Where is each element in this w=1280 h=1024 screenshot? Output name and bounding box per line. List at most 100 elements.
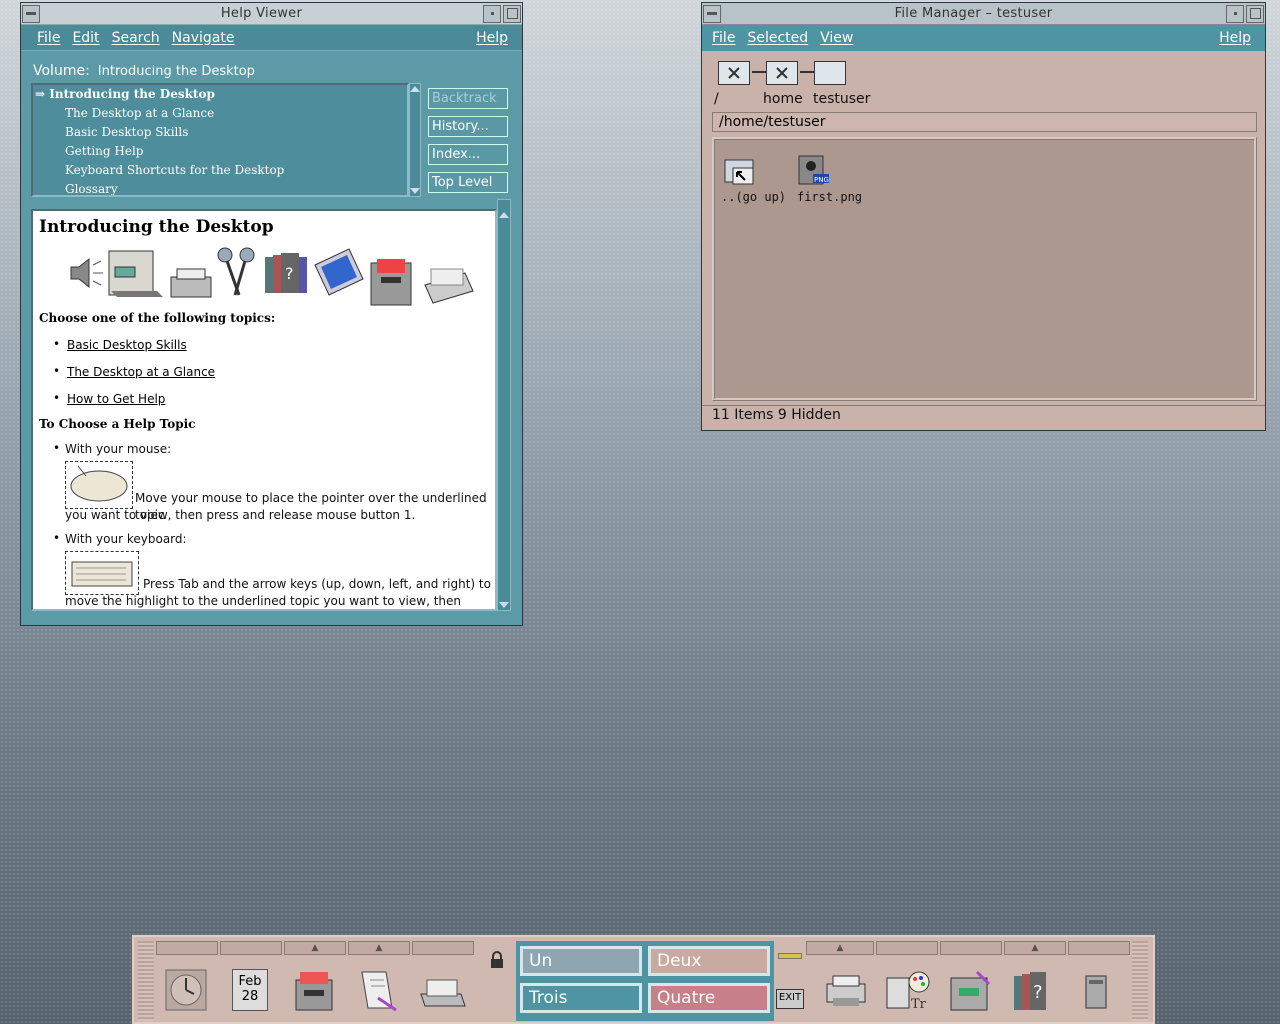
menu-selected[interactable]: Selected — [741, 30, 814, 46]
menu-file[interactable]: File — [706, 30, 741, 46]
top-level-button[interactable]: Top Level — [428, 172, 508, 193]
front-panel: ▲ ▲ ▲ ▲ Feb 28 Un Deux Trois Quatre EXIT… — [132, 935, 1155, 1024]
topic-item[interactable]: The Desktop at a Glance — [33, 104, 407, 123]
index-button[interactable]: Index... — [428, 144, 508, 165]
path-connector — [752, 71, 766, 73]
scroll-down-icon[interactable] — [499, 602, 509, 608]
menu-search[interactable]: Search — [106, 30, 166, 46]
maximize-button[interactable] — [1246, 4, 1264, 23]
content-title: Introducing the Desktop — [39, 217, 274, 237]
workspace-un-button[interactable]: Un — [520, 946, 642, 976]
workspace-trois-button[interactable]: Trois — [520, 983, 642, 1013]
subpanel-arrow[interactable]: ▲ — [348, 941, 410, 955]
testuser-folder-icon[interactable] — [814, 61, 846, 85]
bullet: • — [53, 531, 61, 545]
scroll-down-icon[interactable] — [410, 188, 420, 194]
topic-item[interactable]: Basic Desktop Skills — [33, 123, 407, 142]
keyboard-text-1: Press Tab and the arrow keys (up, down, … — [143, 577, 491, 591]
screen-icon — [314, 248, 364, 296]
clock-icon[interactable] — [158, 961, 214, 1019]
lock-icon[interactable] — [490, 951, 504, 969]
file-manager-titlebar[interactable]: File Manager – testuser — [702, 3, 1265, 25]
window-menu-button[interactable] — [703, 4, 721, 23]
mail-icon[interactable] — [414, 961, 470, 1019]
topic-item[interactable]: Glossary — [33, 180, 407, 195]
png-file-icon[interactable]: PNG — [797, 154, 831, 190]
topic-item[interactable]: ⇒ Introducing the Desktop — [33, 85, 407, 104]
help-manager-icon[interactable]: ? — [1004, 961, 1060, 1019]
file-view[interactable]: ..(go up) PNG first.png — [712, 137, 1257, 401]
application-manager-icon[interactable] — [942, 961, 998, 1019]
svg-text:PNG: PNG — [814, 176, 829, 184]
help-viewer-window: Help Viewer File Edit Search Navigate He… — [20, 2, 523, 626]
exit-button[interactable]: EXIT — [776, 989, 804, 1009]
workspace-quatre-button[interactable]: Quatre — [648, 983, 770, 1013]
subpanel-tab[interactable] — [1068, 941, 1130, 955]
printer-icon — [170, 268, 212, 298]
trash-icon[interactable] — [1068, 961, 1124, 1019]
file-cabinet-icon — [108, 250, 163, 297]
volume-row: Volume: Introducing the Desktop — [33, 63, 255, 79]
mouse-label: With your mouse: — [65, 442, 172, 456]
menu-navigate[interactable]: Navigate — [166, 30, 241, 46]
minimize-button[interactable] — [483, 4, 501, 23]
menu-file[interactable]: File — [31, 30, 66, 46]
path-label-testuser[interactable]: testuser — [813, 91, 870, 107]
file-manager-icon — [370, 259, 412, 306]
help-content-pane: Introducing the Desktop ? Choose one of … — [31, 209, 497, 611]
content-scrollbar[interactable] — [497, 199, 511, 611]
subpanel-arrow[interactable]: ▲ — [1004, 941, 1066, 955]
desktop-illustration: ? — [70, 247, 474, 306]
speaker-icon — [70, 257, 103, 289]
path-field[interactable]: /home/testuser — [712, 112, 1257, 132]
subpanel-tab[interactable] — [412, 941, 474, 955]
topic-list-scrollbar[interactable] — [409, 83, 421, 197]
folder-up-icon[interactable] — [723, 156, 757, 190]
home-folder-icon[interactable] — [766, 61, 798, 85]
topic-item[interactable]: Getting Help — [33, 142, 407, 161]
busy-indicator — [778, 953, 802, 959]
help-viewer-titlebar[interactable]: Help Viewer — [21, 3, 522, 25]
keyboard-icon — [65, 551, 139, 595]
minimize-button[interactable] — [1226, 4, 1244, 23]
file-name-first-png[interactable]: first.png — [797, 190, 862, 204]
file-manager-menubar: File Selected View Help — [702, 25, 1265, 51]
menu-view[interactable]: View — [814, 30, 859, 46]
subpanel-arrow[interactable]: ▲ — [806, 941, 874, 955]
root-folder-icon[interactable] — [718, 61, 750, 85]
printer-icon[interactable] — [818, 961, 874, 1019]
history-button[interactable]: History... — [428, 116, 508, 137]
subpanel-tab[interactable] — [940, 941, 1002, 955]
link-basic-desktop-skills[interactable]: Basic Desktop Skills — [67, 338, 187, 352]
style-manager-icon[interactable]: Tr — [880, 961, 936, 1019]
scroll-up-icon[interactable] — [410, 86, 420, 92]
bullet: • — [53, 391, 61, 405]
scroll-up-icon[interactable] — [499, 212, 509, 218]
subpanel-arrow[interactable]: ▲ — [284, 941, 346, 955]
bullet: • — [53, 337, 61, 351]
file-name-go-up[interactable]: ..(go up) — [721, 190, 786, 204]
subpanel-tab[interactable] — [156, 941, 218, 955]
path-connector — [800, 71, 814, 73]
file-manager-icon[interactable] — [286, 961, 342, 1019]
link-how-to-get-help[interactable]: How to Get Help — [67, 392, 165, 406]
link-desktop-at-a-glance[interactable]: The Desktop at a Glance — [67, 365, 215, 379]
maximize-button[interactable] — [503, 4, 521, 23]
subpanel-tab[interactable] — [876, 941, 938, 955]
path-label-home[interactable]: home — [763, 91, 803, 107]
panel-move-handle[interactable] — [1132, 941, 1148, 1021]
topic-list[interactable]: ⇒ Introducing the Desktop The Desktop at… — [31, 83, 409, 197]
window-menu-button[interactable] — [22, 4, 40, 23]
backtrack-button[interactable]: Backtrack — [428, 88, 508, 109]
subpanel-tab[interactable] — [220, 941, 282, 955]
panel-move-handle[interactable] — [138, 941, 154, 1021]
menu-help[interactable]: Help — [1213, 30, 1257, 46]
menu-edit[interactable]: Edit — [66, 30, 105, 46]
keyboard-label: With your keyboard: — [65, 532, 187, 546]
topic-item[interactable]: Keyboard Shortcuts for the Desktop — [33, 161, 407, 180]
text-editor-icon[interactable] — [350, 961, 406, 1019]
workspace-deux-button[interactable]: Deux — [648, 946, 770, 976]
calendar-icon[interactable]: Feb 28 — [222, 961, 278, 1019]
menu-help[interactable]: Help — [470, 30, 514, 46]
path-label-root[interactable]: / — [714, 91, 719, 107]
